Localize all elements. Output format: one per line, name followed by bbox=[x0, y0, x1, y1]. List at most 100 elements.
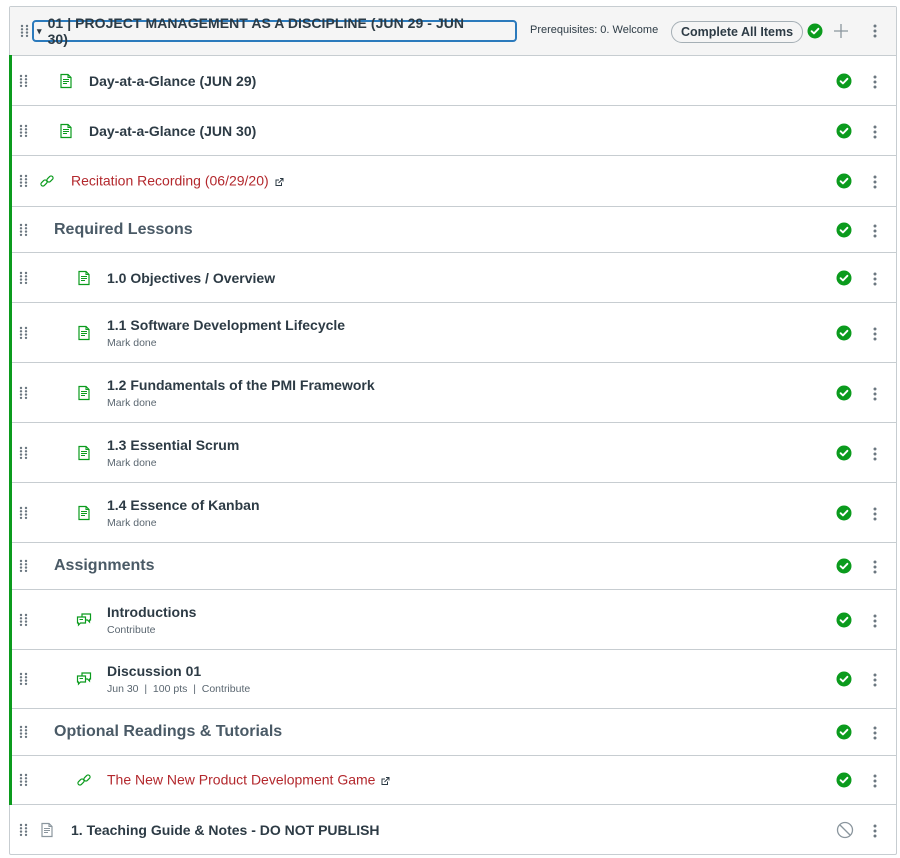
kebab-icon[interactable] bbox=[872, 223, 878, 244]
module-item-discussion[interactable]: Discussion 01 Jun 30 | 100 pts | Contrib… bbox=[9, 649, 896, 709]
module-item-page[interactable]: 1.4 Essence of Kanban Mark done bbox=[9, 482, 896, 543]
published-check-icon[interactable] bbox=[807, 23, 823, 44]
kebab-icon[interactable] bbox=[872, 506, 878, 527]
module-item-page[interactable]: 1.3 Essential Scrum Mark done bbox=[9, 422, 896, 483]
external-link-icon bbox=[381, 773, 390, 789]
published-check-icon[interactable] bbox=[836, 505, 852, 526]
module-items-list: Day-at-a-Glance (JUN 29) Day-at-a-Glance… bbox=[9, 55, 896, 854]
kebab-icon[interactable] bbox=[872, 559, 878, 580]
item-title-block: Day-at-a-Glance (JUN 29) bbox=[89, 73, 256, 89]
item-title[interactable]: 1.0 Objectives / Overview bbox=[107, 270, 275, 286]
discussion-icon bbox=[76, 612, 92, 628]
page-icon bbox=[76, 445, 92, 461]
module-item-page[interactable]: 1.1 Software Development Lifecycle Mark … bbox=[9, 302, 896, 363]
item-title[interactable]: 1.3 Essential Scrum bbox=[107, 437, 239, 453]
item-title[interactable]: Introductions bbox=[107, 604, 196, 620]
kebab-icon[interactable] bbox=[872, 613, 878, 634]
module-item-discussion[interactable]: Introductions Contribute bbox=[9, 589, 896, 650]
drag-handle-icon[interactable] bbox=[19, 613, 29, 627]
page-icon bbox=[76, 505, 92, 521]
published-check-icon[interactable] bbox=[836, 558, 852, 579]
kebab-icon[interactable] bbox=[872, 446, 878, 467]
kebab-icon[interactable] bbox=[872, 124, 878, 145]
module-item-link[interactable]: Recitation Recording (06/29/20) bbox=[9, 155, 896, 207]
published-check-icon[interactable] bbox=[836, 445, 852, 466]
drag-handle-icon[interactable] bbox=[20, 24, 30, 38]
module-subheader[interactable]: Required Lessons bbox=[9, 206, 896, 253]
item-title[interactable]: 1.2 Fundamentals of the PMI Framework bbox=[107, 377, 375, 393]
module-item-page[interactable]: Day-at-a-Glance (JUN 29) bbox=[9, 55, 896, 106]
link-icon bbox=[76, 772, 92, 788]
module-item-page[interactable]: Day-at-a-Glance (JUN 30) bbox=[9, 105, 896, 156]
module-subheader[interactable]: Optional Readings & Tutorials bbox=[9, 708, 896, 756]
item-title-block: Recitation Recording (06/29/20) bbox=[71, 173, 284, 190]
module-item-link[interactable]: The New New Product Development Game bbox=[9, 755, 896, 805]
drag-handle-icon[interactable] bbox=[19, 773, 29, 787]
published-check-icon[interactable] bbox=[836, 612, 852, 633]
drag-handle-icon[interactable] bbox=[19, 174, 29, 188]
published-check-icon[interactable] bbox=[836, 173, 852, 194]
module-header: ▾ 01 | PROJECT MANAGEMENT AS A DISCIPLIN… bbox=[10, 7, 896, 56]
item-title[interactable]: Recitation Recording (06/29/20) bbox=[71, 173, 284, 190]
published-check-icon[interactable] bbox=[836, 73, 852, 94]
complete-all-items-button[interactable]: Complete All Items bbox=[671, 21, 804, 43]
module-item-page[interactable]: 1.0 Objectives / Overview bbox=[9, 252, 896, 303]
item-title-block: 1.1 Software Development Lifecycle Mark … bbox=[107, 317, 345, 349]
item-title[interactable]: 1.4 Essence of Kanban bbox=[107, 497, 260, 513]
item-title[interactable]: 1. Teaching Guide & Notes - DO NOT PUBLI… bbox=[71, 822, 380, 838]
item-title[interactable]: Day-at-a-Glance (JUN 30) bbox=[89, 123, 256, 139]
drag-handle-icon[interactable] bbox=[19, 506, 29, 520]
plus-icon[interactable] bbox=[832, 22, 850, 45]
drag-handle-icon[interactable] bbox=[19, 223, 29, 237]
kebab-icon[interactable] bbox=[872, 271, 878, 292]
kebab-icon[interactable] bbox=[872, 823, 878, 844]
kebab-icon[interactable] bbox=[872, 725, 878, 746]
drag-handle-icon[interactable] bbox=[19, 672, 29, 686]
page-icon bbox=[76, 325, 92, 341]
kebab-icon[interactable] bbox=[872, 672, 878, 693]
item-title-block: Day-at-a-Glance (JUN 30) bbox=[89, 123, 256, 139]
published-check-icon[interactable] bbox=[836, 270, 852, 291]
kebab-icon[interactable] bbox=[872, 773, 878, 794]
published-check-icon[interactable] bbox=[836, 385, 852, 406]
item-title[interactable]: The New New Product Development Game bbox=[107, 772, 390, 789]
item-title-block: 1. Teaching Guide & Notes - DO NOT PUBLI… bbox=[71, 822, 380, 838]
published-check-icon[interactable] bbox=[836, 772, 852, 793]
item-title-block: Introductions Contribute bbox=[107, 604, 196, 636]
kebab-icon[interactable] bbox=[872, 326, 878, 347]
item-title[interactable]: Day-at-a-Glance (JUN 29) bbox=[89, 73, 256, 89]
drag-handle-icon[interactable] bbox=[19, 326, 29, 340]
page-icon bbox=[76, 270, 92, 286]
item-title-block: Optional Readings & Tutorials bbox=[54, 723, 282, 741]
published-check-icon[interactable] bbox=[836, 123, 852, 144]
drag-handle-icon[interactable] bbox=[19, 559, 29, 573]
kebab-icon[interactable] bbox=[872, 174, 878, 195]
published-check-icon[interactable] bbox=[836, 724, 852, 745]
module-title-toggle[interactable]: ▾ 01 | PROJECT MANAGEMENT AS A DISCIPLIN… bbox=[32, 15, 517, 47]
page-icon bbox=[58, 123, 74, 139]
drag-handle-icon[interactable] bbox=[19, 446, 29, 460]
kebab-icon[interactable] bbox=[872, 74, 878, 95]
collapse-caret-icon: ▾ bbox=[37, 25, 42, 36]
page-icon bbox=[39, 822, 55, 838]
published-check-icon[interactable] bbox=[836, 671, 852, 692]
drag-handle-icon[interactable] bbox=[19, 271, 29, 285]
kebab-icon[interactable] bbox=[872, 23, 878, 44]
drag-handle-icon[interactable] bbox=[19, 386, 29, 400]
published-check-icon[interactable] bbox=[836, 222, 852, 243]
item-title[interactable]: Discussion 01 bbox=[107, 663, 250, 679]
page-icon bbox=[58, 73, 74, 89]
module-subheader[interactable]: Assignments bbox=[9, 542, 896, 590]
drag-handle-icon[interactable] bbox=[19, 74, 29, 88]
module-item-page[interactable]: 1. Teaching Guide & Notes - DO NOT PUBLI… bbox=[10, 805, 896, 854]
module-item-page[interactable]: 1.2 Fundamentals of the PMI Framework Ma… bbox=[9, 362, 896, 423]
item-title-block: 1.4 Essence of Kanban Mark done bbox=[107, 497, 260, 529]
unpublished-icon[interactable] bbox=[836, 821, 854, 844]
item-title: Assignments bbox=[54, 557, 155, 574]
drag-handle-icon[interactable] bbox=[19, 124, 29, 138]
item-title[interactable]: 1.1 Software Development Lifecycle bbox=[107, 317, 345, 333]
drag-handle-icon[interactable] bbox=[19, 725, 29, 739]
published-check-icon[interactable] bbox=[836, 325, 852, 346]
kebab-icon[interactable] bbox=[872, 386, 878, 407]
drag-handle-icon[interactable] bbox=[19, 823, 29, 837]
